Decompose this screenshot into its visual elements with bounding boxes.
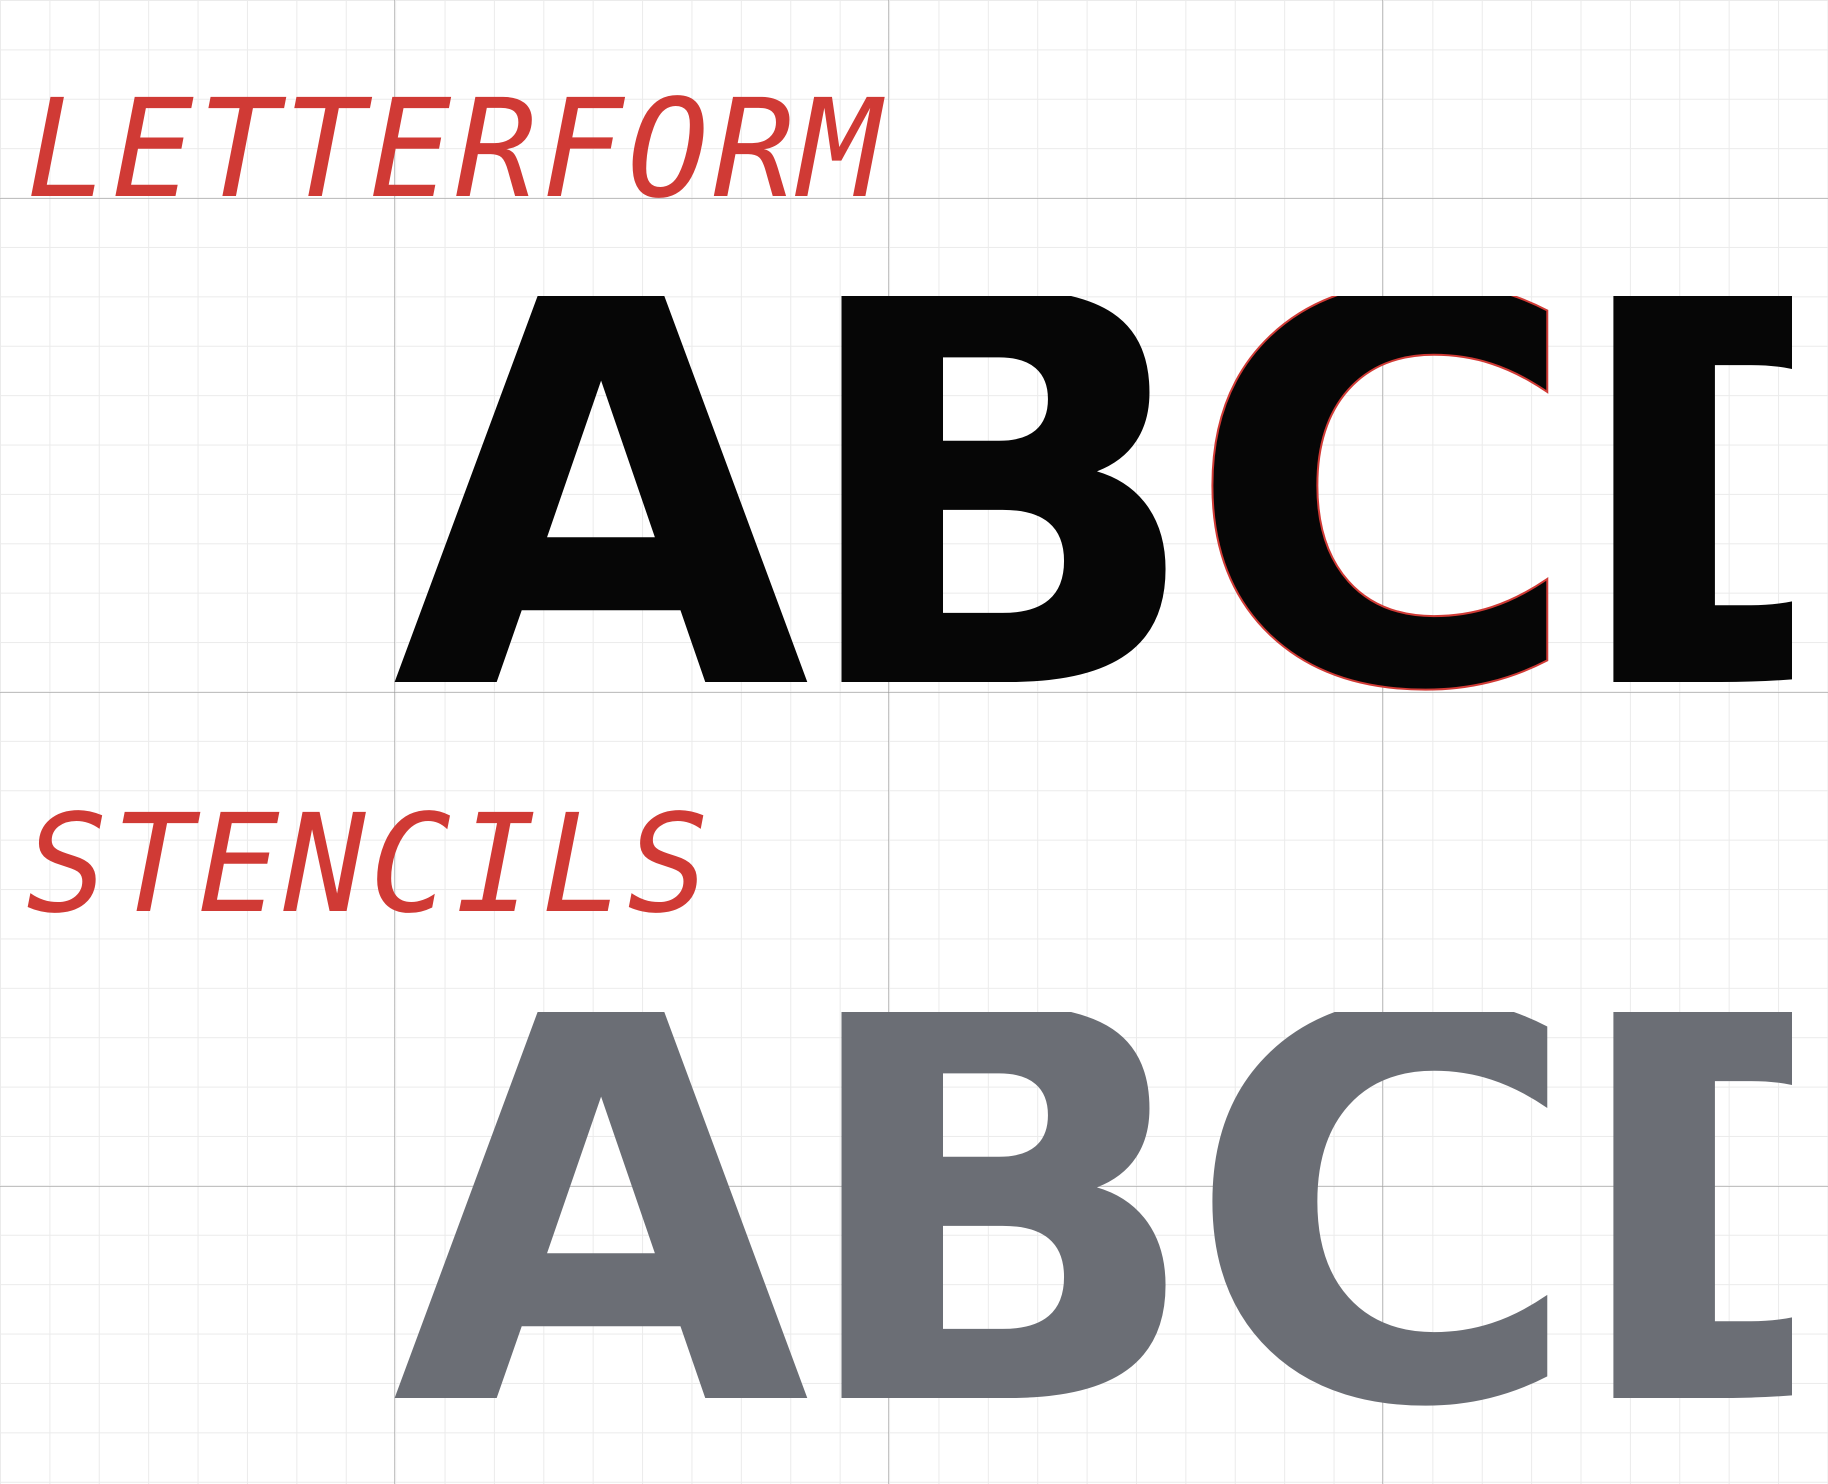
section-label-letterform: LETTERFORM xyxy=(26,71,885,229)
stencil-glyph-b: B xyxy=(791,1012,1204,1412)
letterform-specimen: ABCD xyxy=(392,296,1792,696)
stencil-glyph-d: D xyxy=(1563,1012,1792,1412)
letterform-glyph-c: C xyxy=(1185,296,1583,696)
letterform-glyph-d: D xyxy=(1563,296,1792,696)
stencil-glyph-a: A xyxy=(392,1012,810,1412)
letterform-glyph-b: B xyxy=(791,296,1204,696)
stencils-specimen: ABCD xyxy=(392,1012,1792,1412)
letterform-glyph-a: A xyxy=(392,296,810,696)
section-label-stencils: STENCILS xyxy=(26,786,714,944)
stencil-glyph-c: C xyxy=(1185,1012,1582,1412)
